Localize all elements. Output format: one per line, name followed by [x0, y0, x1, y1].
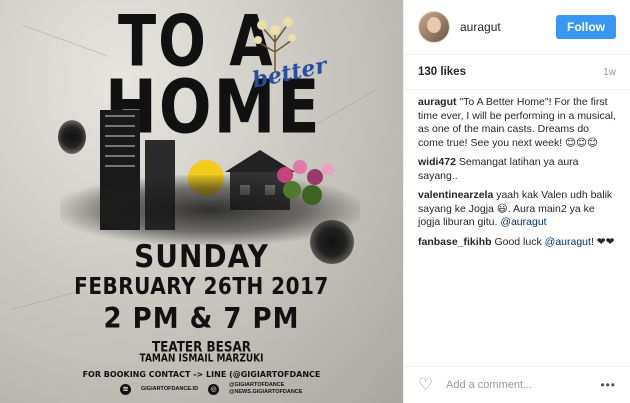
add-comment-input[interactable]: Add a comment...	[446, 379, 600, 391]
poster-instagram-1: @GIGIARTOFDANCE	[229, 382, 285, 388]
post-sidebar: auragut Follow 130 likes 1w auragut "To …	[403, 0, 630, 403]
comment-username[interactable]: widi472	[418, 156, 456, 168]
comment-item: valentinearzela yaah kak Valen udh balik…	[418, 189, 616, 230]
comment-bar: ♡ Add a comment... •••	[404, 366, 630, 403]
poster-venue-sub: TAMAN ISMAIL MARZUKI	[139, 353, 264, 365]
comment-username[interactable]: auragut	[418, 96, 457, 108]
comment-item: auragut "To A Better Home"! For the firs…	[418, 96, 616, 150]
heart-icon[interactable]: ♡	[418, 376, 436, 394]
poster-date: FEBRUARY 26TH 2017	[74, 272, 329, 300]
poster-time: 2 PM & 7 PM	[103, 302, 300, 336]
poster-booking: FOR BOOKING CONTACT -> LINE (@GIGIARTOFD…	[82, 370, 321, 379]
post-image[interactable]: TO A HOME better SUNDAY FEBRUARY 26TH 20…	[0, 0, 403, 403]
avatar[interactable]	[418, 11, 450, 43]
dry-flower-illustration	[254, 17, 296, 72]
poster-spotify: GIGIARTOFDANCE.ID	[141, 386, 199, 392]
bullet-hole	[58, 120, 86, 154]
post-time[interactable]: 1w	[603, 67, 616, 78]
comment-item: fanbase_fikihb Good luck @auragut! ❤❤	[418, 236, 616, 250]
comment-mention[interactable]: @auragut	[500, 216, 546, 228]
follow-button[interactable]: Follow	[556, 15, 616, 39]
comment-username[interactable]: valentinearzela	[418, 189, 493, 201]
poster-instagram: @GIGIARTOFDANCE @NEWS.GIGIARTOFDANCE	[229, 382, 302, 396]
comment-item: widi472 Semangat latihan ya aura sayang.…	[418, 156, 616, 183]
more-options-icon[interactable]: •••	[600, 378, 616, 392]
poster-footer: ≋ GIGIARTOFDANCE.ID ◎ @GIGIARTOFDANCE @N…	[120, 382, 320, 396]
wall-crack	[22, 24, 108, 57]
comment-text: Good luck	[491, 235, 545, 248]
spotify-icon: ≋	[120, 383, 131, 395]
post-header: auragut Follow	[404, 0, 630, 55]
comments-list: auragut "To A Better Home"! For the firs…	[404, 90, 630, 366]
poster-instagram-2: @NEWS.GIGIARTOFDANCE	[229, 389, 303, 395]
instagram-post: TO A HOME better SUNDAY FEBRUARY 26TH 20…	[0, 0, 630, 403]
flowers-illustration	[277, 160, 334, 205]
comment-text-tail: ! ❤❤	[590, 235, 615, 248]
username-link[interactable]: auragut	[460, 20, 556, 34]
comment-username[interactable]: fanbase_fikihb	[418, 236, 492, 248]
instagram-icon: ◎	[208, 383, 220, 395]
post-meta: 130 likes 1w	[404, 55, 630, 90]
poster-day: SUNDAY	[134, 238, 269, 275]
likes-count[interactable]: 130 likes	[418, 66, 466, 78]
comment-mention[interactable]: @auragut	[545, 236, 591, 248]
